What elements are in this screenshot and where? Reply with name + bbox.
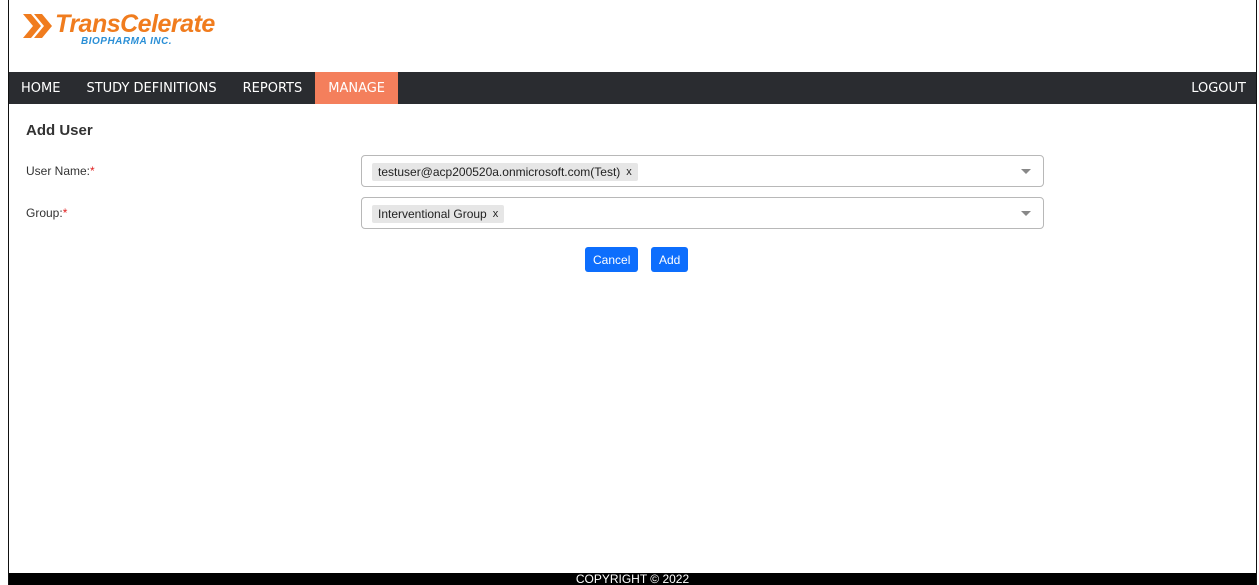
user-name-label-text: User Name: — [26, 164, 91, 178]
brand-text: TransCelerate BIOPHARMA INC. — [55, 12, 215, 47]
user-name-label: User Name:* — [26, 164, 95, 178]
brand-logo[interactable]: TransCelerate BIOPHARMA INC. — [21, 12, 215, 47]
group-label-text: Group: — [26, 206, 63, 220]
page-title: Add User — [26, 122, 93, 139]
nav-logout[interactable]: LOGOUT — [1178, 72, 1256, 104]
group-select[interactable]: Interventional Group x — [361, 197, 1044, 229]
required-mark: * — [90, 164, 95, 178]
brand-title: TransCelerate — [55, 10, 215, 38]
group-label: Group:* — [26, 206, 67, 220]
remove-user-button[interactable]: x — [626, 163, 632, 181]
required-mark: * — [62, 206, 68, 220]
double-chevron-right-icon — [21, 12, 53, 40]
app-window: TransCelerate BIOPHARMA INC. HOME STUDY … — [8, 0, 1257, 585]
chevron-down-icon[interactable] — [1021, 169, 1031, 174]
header: TransCelerate BIOPHARMA INC. — [9, 0, 1256, 72]
main-content: Add User — [9, 122, 1256, 139]
nav-study-definitions[interactable]: STUDY DEFINITIONS — [73, 72, 229, 104]
footer: COPYRIGHT © 2022 — [9, 573, 1256, 585]
chevron-down-icon[interactable] — [1021, 211, 1031, 216]
nav-manage[interactable]: MANAGE — [315, 72, 399, 104]
nav-reports[interactable]: REPORTS — [230, 72, 316, 104]
copyright-text: COPYRIGHT © 2022 — [575, 573, 690, 585]
user-name-row: User Name:* testuser@acp200520a.onmicros… — [26, 155, 1046, 189]
selected-group-chip: Interventional Group x — [372, 205, 505, 223]
top-nav: HOME STUDY DEFINITIONS REPORTS MANAGE LO… — [9, 72, 1256, 104]
remove-group-button[interactable]: x — [493, 205, 499, 223]
user-name-select[interactable]: testuser@acp200520a.onmicrosoft.com(Test… — [361, 155, 1044, 187]
brand-subtitle: BIOPHARMA INC. — [81, 36, 173, 47]
selected-user-chip: testuser@acp200520a.onmicrosoft.com(Test… — [372, 163, 638, 181]
selected-user-value: testuser@acp200520a.onmicrosoft.com(Test… — [378, 165, 621, 179]
group-row: Group:* Interventional Group x — [26, 197, 1046, 231]
cancel-button[interactable]: Cancel — [585, 247, 639, 272]
selected-group-value: Interventional Group — [378, 207, 487, 221]
add-button[interactable]: Add — [651, 247, 689, 272]
nav-home[interactable]: HOME — [9, 72, 73, 104]
